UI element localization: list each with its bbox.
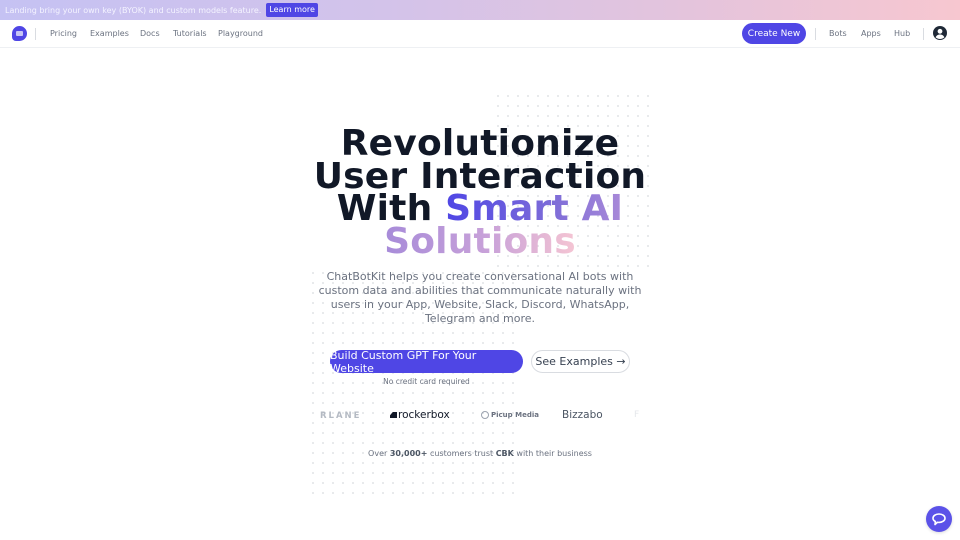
trust-text: Over: [368, 449, 390, 458]
picup-mark-icon: [481, 411, 489, 419]
banner-message: Landing bring your own key (BYOK) and cu…: [5, 5, 262, 15]
brand-logo-picup-media: Picup Media: [481, 411, 539, 419]
see-examples-button[interactable]: See Examples →: [531, 350, 630, 373]
hero-title-accent: Solutions: [384, 220, 576, 262]
brand-logo-bizzabo: Bizzabo: [562, 409, 603, 421]
nav-link-hub[interactable]: Hub: [894, 29, 910, 38]
nav-link-bots[interactable]: Bots: [829, 29, 847, 38]
nav-link-tutorials[interactable]: Tutorials: [173, 29, 207, 38]
brand-logo-lane: RLANE: [320, 411, 362, 421]
chat-widget-button[interactable]: [926, 506, 952, 532]
customer-trust-line: Over 30,000+ customers trust CBK with th…: [300, 449, 660, 458]
learn-more-button[interactable]: Learn more: [266, 3, 318, 17]
nav-divider: [923, 28, 924, 40]
trust-text: with their business: [513, 449, 592, 458]
customer-logos: RLANE rockerbox Picup Media Bizzabo F: [318, 409, 648, 425]
nav-link-docs[interactable]: Docs: [140, 29, 160, 38]
brand-logo-rockerbox: rockerbox: [390, 409, 450, 421]
trust-text: customers trust: [427, 449, 496, 458]
chat-bubble-icon: [932, 512, 946, 525]
hero-description: ChatBotKit helps you create conversation…: [318, 270, 642, 325]
top-navigation: Pricing Examples Docs Tutorials Playgrou…: [0, 20, 960, 48]
nav-link-examples[interactable]: Examples: [90, 29, 129, 38]
chatbotkit-logo-icon[interactable]: [12, 26, 27, 41]
nav-link-playground[interactable]: Playground: [218, 29, 263, 38]
no-credit-card-note: No credit card required: [383, 377, 470, 386]
brand-logo-text: Picup Media: [491, 411, 539, 419]
customer-count: 30,000+: [389, 449, 428, 458]
nav-divider: [35, 28, 36, 40]
nav-link-apps[interactable]: Apps: [861, 29, 881, 38]
nav-divider: [815, 28, 816, 40]
nav-link-pricing[interactable]: Pricing: [50, 29, 77, 38]
trust-brand: CBK: [495, 449, 514, 458]
brand-logo-text: rockerbox: [398, 409, 450, 421]
hero-title: Revolutionize User Interaction With Smar…: [240, 126, 720, 260]
announcement-banner: Landing bring your own key (BYOK) and cu…: [0, 0, 960, 20]
create-new-button[interactable]: Create New: [742, 23, 806, 44]
build-custom-gpt-button[interactable]: Build Custom GPT For Your Website: [330, 349, 523, 375]
brand-logo-partial: F: [634, 410, 640, 420]
rockerbox-mark-icon: [390, 412, 397, 418]
user-account-icon[interactable]: [933, 26, 947, 40]
